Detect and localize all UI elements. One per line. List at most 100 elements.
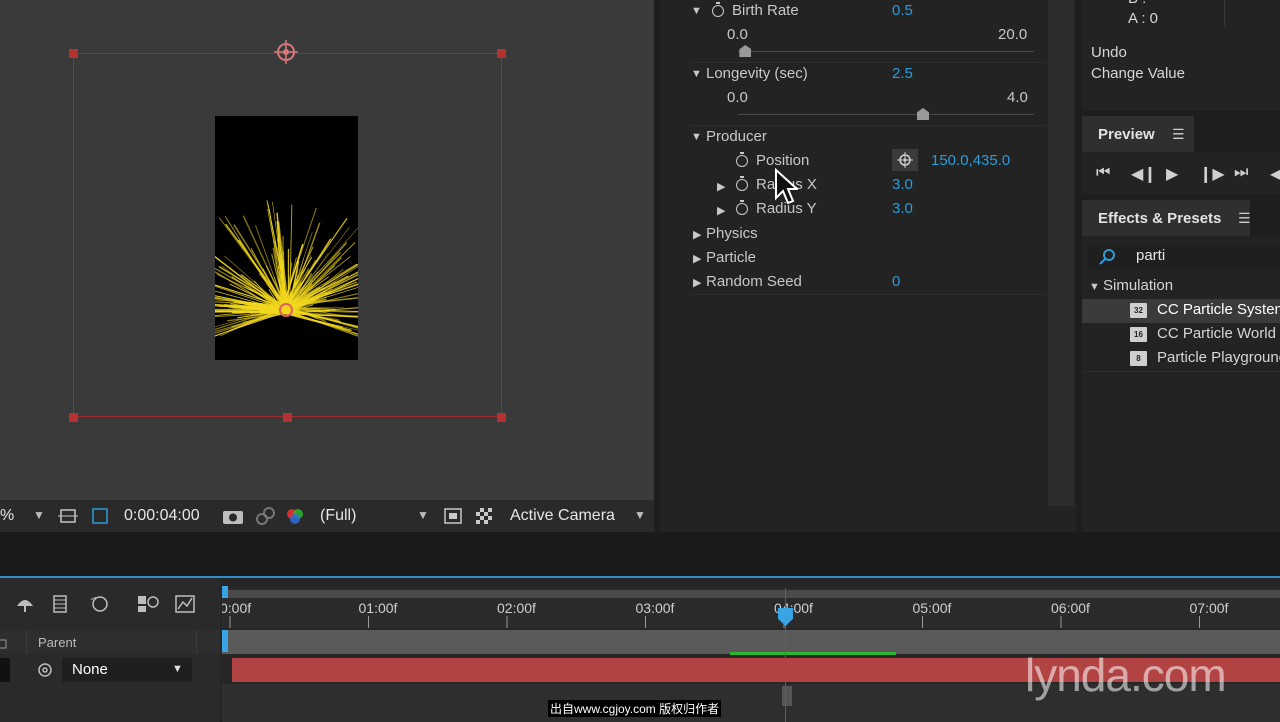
radius-x-expand-icon[interactable]: ▶ (717, 180, 725, 193)
list-item[interactable]: 8 Particle Playground (1082, 347, 1280, 371)
longevity-slider-track[interactable] (738, 114, 1034, 115)
position-crosshair-icon[interactable] (892, 149, 918, 171)
info-b-channel: B : (1128, 0, 1146, 7)
timeline-layer-columns: Parent None ▼ (0, 578, 220, 722)
last-frame-icon[interactable]: ⏭ (1234, 164, 1248, 182)
mask-path-visibility-icon[interactable] (90, 506, 110, 526)
effect-controls-scrollbar[interactable] (1048, 0, 1074, 506)
color-channels-icon[interactable] (284, 506, 306, 526)
radius-y-expand-icon[interactable]: ▶ (717, 204, 725, 217)
resolution-select[interactable]: (Full) (320, 507, 356, 525)
previous-frame-icon[interactable]: ◀❙ (1131, 164, 1157, 184)
preset-label: CC Particle World (1157, 325, 1276, 342)
random-seed-value[interactable]: 0 (892, 273, 900, 290)
birth-rate-max: 20.0 (998, 26, 1027, 43)
undo-label: Undo (1091, 44, 1127, 61)
birth-rate-label: Birth Rate (732, 2, 799, 19)
panel-menu-icon[interactable]: ☰ (1238, 210, 1251, 227)
zoom-dropdown-icon[interactable]: ▼ (33, 508, 45, 522)
region-of-interest-icon[interactable] (58, 506, 78, 526)
transparency-grid-icon[interactable] (474, 506, 494, 526)
bounds-handle[interactable] (283, 413, 292, 422)
random-seed-expand-icon[interactable]: ▶ (693, 276, 701, 289)
birth-rate-slider-track[interactable] (738, 51, 1034, 52)
particle-expand-icon[interactable]: ▶ (693, 252, 701, 265)
divider (690, 294, 1046, 295)
particle-burst (215, 116, 358, 360)
viewer-toolbar: % ▼ 0:00:04:00 (Full) ▼ Active Camera ▼ (0, 500, 654, 532)
effects-presets-title: Effects & Presets (1098, 210, 1221, 227)
audio-icon[interactable]: ◀ (1270, 164, 1280, 184)
tab-effects-presets[interactable]: Effects & Presets ☰ (1082, 200, 1250, 236)
bounds-handle[interactable] (497, 49, 506, 58)
stopwatch-icon[interactable] (736, 179, 748, 191)
list-item[interactable]: 16 CC Particle World (1082, 323, 1280, 347)
birth-rate-collapse-icon[interactable]: ▼ (691, 5, 702, 17)
timecode-display[interactable]: 0:00:04:00 (124, 507, 200, 525)
category-simulation[interactable]: Simulation (1103, 277, 1173, 294)
position-value[interactable]: 150.0,435.0 (931, 152, 1010, 169)
camera-dropdown-icon[interactable]: ▼ (634, 508, 646, 522)
longevity-collapse-icon[interactable]: ▼ (691, 68, 702, 80)
stopwatch-icon[interactable] (712, 5, 724, 17)
particle-render (215, 116, 358, 360)
stopwatch-icon[interactable] (736, 203, 748, 215)
longevity-slider-thumb[interactable] (917, 108, 929, 120)
frame-blending-icon[interactable] (50, 594, 72, 614)
particle-label[interactable]: Particle (706, 249, 756, 266)
physics-expand-icon[interactable]: ▶ (693, 228, 701, 241)
ruler-tick-label: 0:00f (222, 600, 251, 616)
play-icon[interactable]: ▶ (1166, 164, 1178, 184)
longevity-min: 0.0 (727, 89, 748, 106)
ruler-tick-label: 05:00f (913, 600, 952, 616)
random-seed-label: Random Seed (706, 273, 802, 290)
snapshot-camera-icon[interactable] (222, 507, 244, 525)
zoom-percent[interactable]: % (0, 507, 14, 525)
effect-badge-icon: 8 (1130, 351, 1147, 366)
composition-viewer[interactable] (0, 0, 654, 500)
fast-previews-icon[interactable] (443, 506, 463, 526)
work-area-bar[interactable] (228, 590, 1280, 598)
birth-rate-slider-thumb[interactable] (739, 45, 751, 57)
birth-rate-value[interactable]: 0.5 (892, 2, 913, 19)
stopwatch-icon[interactable] (736, 155, 748, 167)
in-point-marker[interactable] (222, 630, 228, 652)
search-input[interactable]: parti (1136, 247, 1165, 264)
panel-gap (0, 532, 1280, 576)
bounds-handle[interactable] (69, 413, 78, 422)
longevity-value[interactable]: 2.5 (892, 65, 913, 82)
panel-tab-strip (1250, 200, 1280, 236)
show-snapshot-icon[interactable] (254, 506, 276, 526)
resolution-dropdown-icon[interactable]: ▼ (417, 508, 429, 522)
watermark-caption: 出自www.cgjoy.com 版权归作者 (548, 700, 721, 717)
search-field[interactable]: parti (1088, 244, 1280, 270)
anchor-point-icon[interactable] (274, 40, 298, 64)
shy-layers-icon[interactable] (14, 594, 36, 614)
change-value-label: Change Value (1091, 65, 1185, 82)
next-frame-icon[interactable]: ❙▶ (1199, 164, 1225, 184)
lock-icon[interactable] (0, 635, 8, 649)
bounds-handle[interactable] (497, 413, 506, 422)
motion-blur-icon[interactable] (88, 594, 110, 614)
list-item[interactable]: 32 CC Particle Systems II (1082, 299, 1280, 323)
producer-collapse-icon[interactable]: ▼ (691, 131, 702, 143)
pick-whip-icon[interactable] (36, 662, 54, 678)
first-frame-icon[interactable]: ⏮ (1096, 164, 1110, 182)
panel-menu-icon[interactable]: ☰ (1172, 126, 1185, 143)
ruler-tick-label: 01:00f (359, 600, 398, 616)
tab-preview[interactable]: Preview ☰ (1082, 116, 1194, 152)
position-label: Position (756, 152, 809, 169)
graph-editor-icon[interactable] (174, 594, 196, 614)
radius-y-value[interactable]: 3.0 (892, 200, 913, 217)
parent-select[interactable]: None ▼ (62, 658, 192, 682)
simulation-collapse-icon[interactable]: ▼ (1089, 281, 1100, 293)
physics-label[interactable]: Physics (706, 225, 758, 242)
camera-select[interactable]: Active Camera (510, 507, 615, 525)
bounds-handle[interactable] (69, 49, 78, 58)
work-area-start-handle[interactable] (222, 586, 228, 598)
ruler-tick-label: 02:00f (497, 600, 536, 616)
layer-row[interactable]: None ▼ (0, 658, 220, 682)
brainstorm-icon[interactable] (136, 594, 160, 614)
radius-x-value[interactable]: 3.0 (892, 176, 913, 193)
layer-color-swatch (0, 658, 10, 682)
